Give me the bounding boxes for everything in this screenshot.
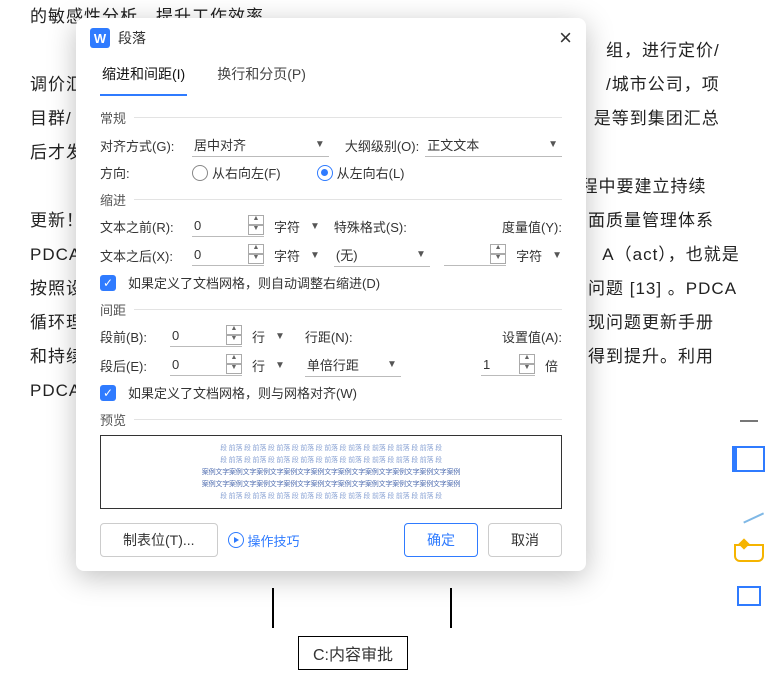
section-general: 常规 [100, 108, 126, 127]
unit-line: 行 [252, 327, 265, 346]
special-format-label: 特殊格式(S): [334, 217, 407, 236]
close-icon[interactable]: × [559, 29, 572, 47]
outline-select[interactable]: 正文文本▼ [425, 133, 562, 157]
space-before-input[interactable]: 0▲▼ [170, 325, 242, 347]
ok-button[interactable]: 确定 [404, 523, 478, 557]
app-icon: W [90, 28, 110, 48]
spin-down-icon[interactable]: ▼ [226, 364, 242, 374]
chevron-down-icon: ▼ [387, 359, 397, 370]
spin-up-icon[interactable]: ▲ [226, 325, 242, 335]
unit-char: 字符 [274, 246, 300, 265]
direction-label: 方向: [100, 163, 186, 182]
flow-box-c: C:内容审批 [298, 636, 408, 670]
spin-down-icon[interactable]: ▼ [226, 335, 242, 345]
indent-after-input[interactable]: 0▲▼ [192, 244, 264, 266]
unit-line: 行 [252, 356, 265, 375]
spin-down-icon[interactable]: ▼ [519, 364, 535, 374]
spin-up-icon[interactable]: ▲ [490, 244, 506, 254]
alignment-select[interactable]: 居中对齐▼ [192, 133, 329, 157]
spin-up-icon[interactable]: ▲ [519, 354, 535, 364]
indent-before-label: 文本之前(R): [100, 217, 186, 236]
auto-adjust-indent-checkbox[interactable]: ✓ [100, 275, 116, 291]
spin-down-icon[interactable]: ▼ [248, 225, 264, 235]
chevron-down-icon: ▼ [416, 249, 426, 260]
screen-icon[interactable] [737, 586, 761, 606]
unit-multiple: 倍 [545, 356, 558, 375]
set-value-input[interactable]: 1▲▼ [481, 354, 535, 376]
dialog-title: 段落 [118, 28, 146, 48]
line-spacing-label: 行距(N): [305, 327, 353, 346]
tips-link[interactable]: 操作技巧 [228, 531, 300, 550]
spin-up-icon[interactable]: ▲ [248, 244, 264, 254]
paragraph-panel-icon[interactable] [732, 446, 765, 472]
section-preview: 预览 [100, 410, 126, 429]
outline-label: 大纲级别(O): [345, 136, 419, 155]
indent-after-label: 文本之后(X): [100, 246, 186, 265]
space-before-label: 段前(B): [100, 327, 164, 346]
set-value-label: 设置值(A): [502, 327, 562, 346]
cancel-button[interactable]: 取消 [488, 523, 562, 557]
auto-adjust-indent-label: 如果定义了文档网格，则自动调整右缩进(D) [128, 273, 380, 292]
unit-char: 字符 [274, 217, 300, 236]
preview-box: 段 前落 段 前落 段 前落 段 前落 段 前落 段 前落 段 前落 段 前落 … [100, 435, 562, 509]
chevron-down-icon: ▼ [548, 139, 558, 150]
direction-rtl-radio[interactable]: 从右向左(F) [192, 163, 281, 182]
spin-up-icon[interactable]: ▲ [226, 354, 242, 364]
tab-indent-spacing[interactable]: 缩进和间距(I) [100, 58, 187, 96]
tabs-button[interactable]: 制表位(T)... [100, 523, 218, 557]
pen-icon[interactable] [733, 492, 763, 523]
special-format-select[interactable]: (无)▼ [334, 243, 430, 267]
paint-bucket-icon[interactable] [734, 544, 764, 562]
section-indent: 缩进 [100, 190, 126, 209]
space-after-input[interactable]: 0▲▼ [170, 354, 242, 376]
paragraph-dialog: W 段落 × 缩进和间距(I) 换行和分页(P) 常规 对齐方式(G): 居中对… [76, 18, 586, 571]
dash-icon[interactable] [740, 420, 758, 422]
unit-char: 字符 [516, 246, 542, 265]
line-spacing-select[interactable]: 单倍行距▼ [305, 353, 401, 377]
measure-input[interactable]: ▲▼ [444, 244, 506, 266]
spin-down-icon[interactable]: ▼ [248, 254, 264, 264]
space-after-label: 段后(E): [100, 356, 164, 375]
flow-arrow-left [272, 588, 274, 628]
measure-label: 度量值(Y): [502, 217, 562, 236]
section-spacing: 间距 [100, 300, 126, 319]
tab-line-page-breaks[interactable]: 换行和分页(P) [215, 58, 308, 96]
chevron-down-icon: ▼ [315, 139, 325, 150]
alignment-label: 对齐方式(G): [100, 136, 186, 155]
snap-to-grid-checkbox[interactable]: ✓ [100, 385, 116, 401]
direction-ltr-radio[interactable]: 从左向右(L) [317, 163, 405, 182]
play-icon [228, 532, 244, 548]
spin-up-icon[interactable]: ▲ [248, 215, 264, 225]
flow-arrow-right [450, 588, 452, 628]
indent-before-input[interactable]: 0▲▼ [192, 215, 264, 237]
spin-down-icon[interactable]: ▼ [490, 254, 506, 264]
snap-to-grid-label: 如果定义了文档网格，则与网格对齐(W) [128, 383, 357, 402]
